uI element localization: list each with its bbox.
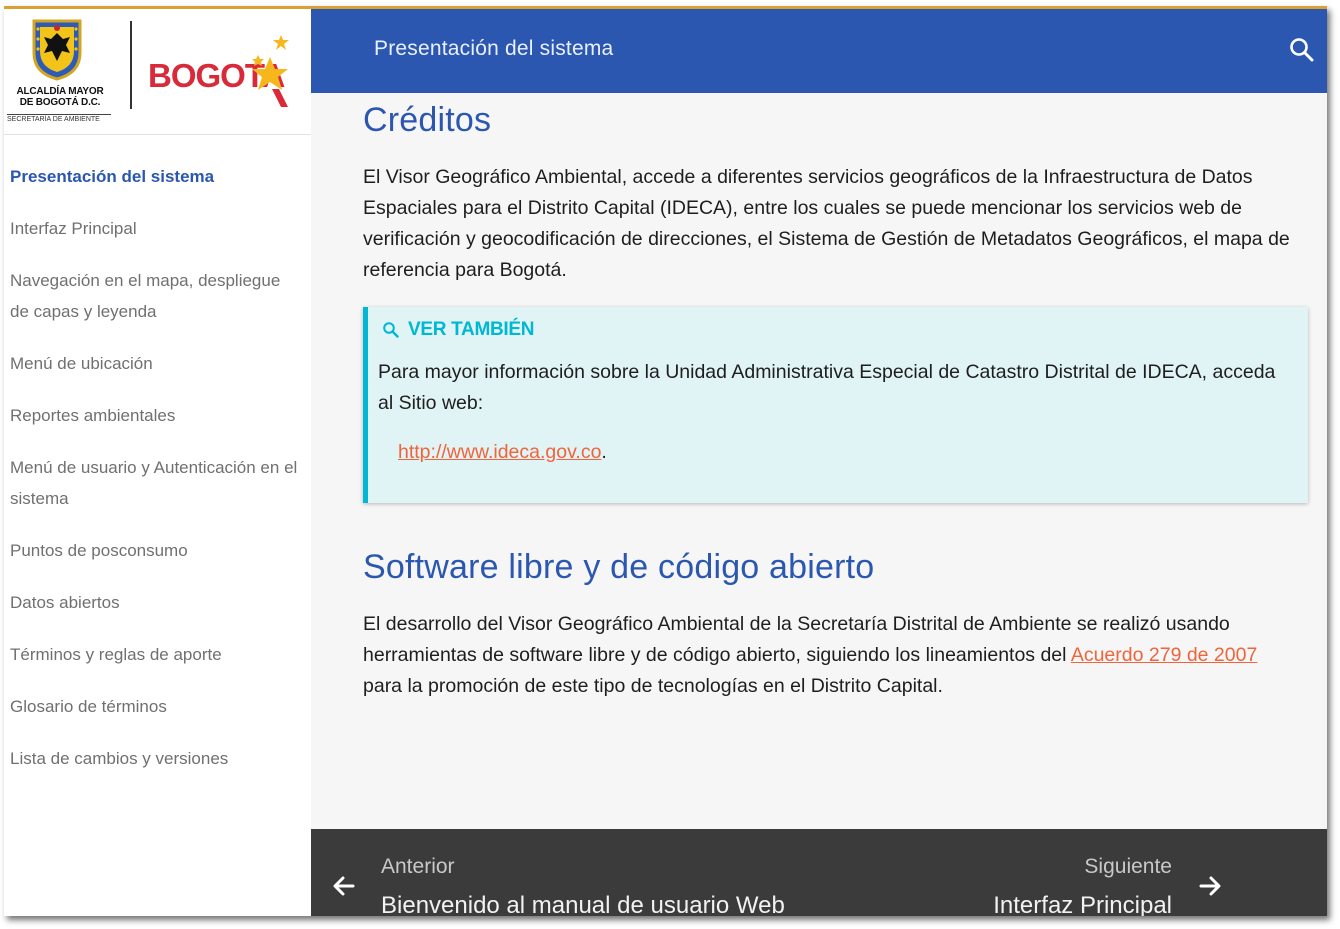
search-icon — [383, 322, 399, 338]
previous-page-link[interactable]: Bienvenido al manual de usuario Web — [381, 892, 785, 916]
see-also-admonition: VER TAMBIÉN Para mayor información sobre… — [363, 307, 1308, 503]
next-page-link[interactable]: Interfaz Principal — [993, 892, 1172, 916]
admonition-title: VER TAMBIÉN — [382, 319, 534, 341]
sidebar-nav: Presentación del sistema Interfaz Princi… — [4, 161, 311, 795]
sidebar-item-reportes[interactable]: Reportes ambientales — [4, 400, 311, 431]
sidebar-item-menu-ubicacion[interactable]: Menú de ubicación — [4, 348, 311, 379]
app-window: ALCALDÍA MAYOR DE BOGOTÁ D.C. SECRETARÍA… — [4, 6, 1327, 916]
sidebar-item-interfaz-principal[interactable]: Interfaz Principal — [4, 213, 311, 244]
sidebar-item-terminos[interactable]: Términos y reglas de aporte — [4, 639, 311, 670]
creditos-paragraph: El Visor Geográfico Ambiental, accede a … — [363, 166, 1290, 281]
previous-button[interactable] — [331, 873, 357, 899]
admonition-link-suffix: . — [601, 441, 607, 463]
software-heading: Software libre y de código abierto — [363, 548, 875, 586]
software-text-after: para la promoción de este tipo de tecnol… — [363, 675, 943, 697]
logo-area: ALCALDÍA MAYOR DE BOGOTÁ D.C. SECRETARÍA… — [4, 9, 311, 135]
next-button[interactable] — [1197, 873, 1223, 899]
footer-nav: Anterior Bienvenido al manual de usuario… — [311, 829, 1327, 916]
logo-text: ALCALDÍA MAYOR DE BOGOTÁ D.C. — [10, 86, 110, 108]
acuerdo-link[interactable]: Acuerdo 279 de 2007 — [1071, 644, 1258, 666]
sidebar-item-posconsumo[interactable]: Puntos de posconsumo — [4, 535, 311, 566]
sidebar: ALCALDÍA MAYOR DE BOGOTÁ D.C. SECRETARÍA… — [4, 9, 311, 916]
sidebar-item-glosario[interactable]: Glosario de términos — [4, 691, 311, 722]
next-label: Siguiente — [1084, 855, 1172, 878]
logo-line-1: ALCALDÍA MAYOR — [16, 86, 104, 97]
logo-line-3: SECRETARÍA DE AMBIENTE — [7, 114, 111, 123]
admonition-text: Para mayor información sobre la Unidad A… — [378, 361, 1276, 414]
sidebar-item-cambios[interactable]: Lista de cambios y versiones — [4, 743, 311, 774]
sidebar-item-presentacion[interactable]: Presentación del sistema — [4, 161, 311, 192]
admonition-link-line: http://www.ideca.gov.co. — [398, 441, 607, 464]
software-paragraph: El desarrollo del Visor Geográfico Ambie… — [363, 609, 1298, 702]
logo-divider — [130, 21, 132, 109]
sidebar-item-menu-usuario[interactable]: Menú de usuario y Autenticación en el si… — [4, 452, 311, 514]
top-header: Presentación del sistema — [311, 9, 1327, 93]
arrow-right-icon — [1199, 876, 1221, 896]
page-title: Presentación del sistema — [374, 37, 614, 60]
sidebar-item-datos-abiertos[interactable]: Datos abiertos — [4, 587, 311, 618]
search-icon — [1290, 38, 1314, 62]
coat-of-arms-icon — [32, 19, 82, 81]
logo-line-2: DE BOGOTÁ D.C. — [19, 97, 101, 108]
bogota-logo: BOGOTA — [148, 35, 289, 107]
ideca-link[interactable]: http://www.ideca.gov.co — [398, 441, 601, 463]
admonition-title-text: VER TAMBIÉN — [408, 319, 535, 340]
main-content: Créditos El Visor Geográfico Ambiental, … — [311, 93, 1327, 829]
creditos-heading: Créditos — [363, 101, 492, 139]
search-button[interactable] — [1287, 35, 1317, 65]
arrow-left-icon — [333, 876, 355, 896]
sidebar-item-navegacion[interactable]: Navegación en el mapa, despliegue de cap… — [4, 265, 311, 327]
previous-label: Anterior — [381, 855, 455, 878]
